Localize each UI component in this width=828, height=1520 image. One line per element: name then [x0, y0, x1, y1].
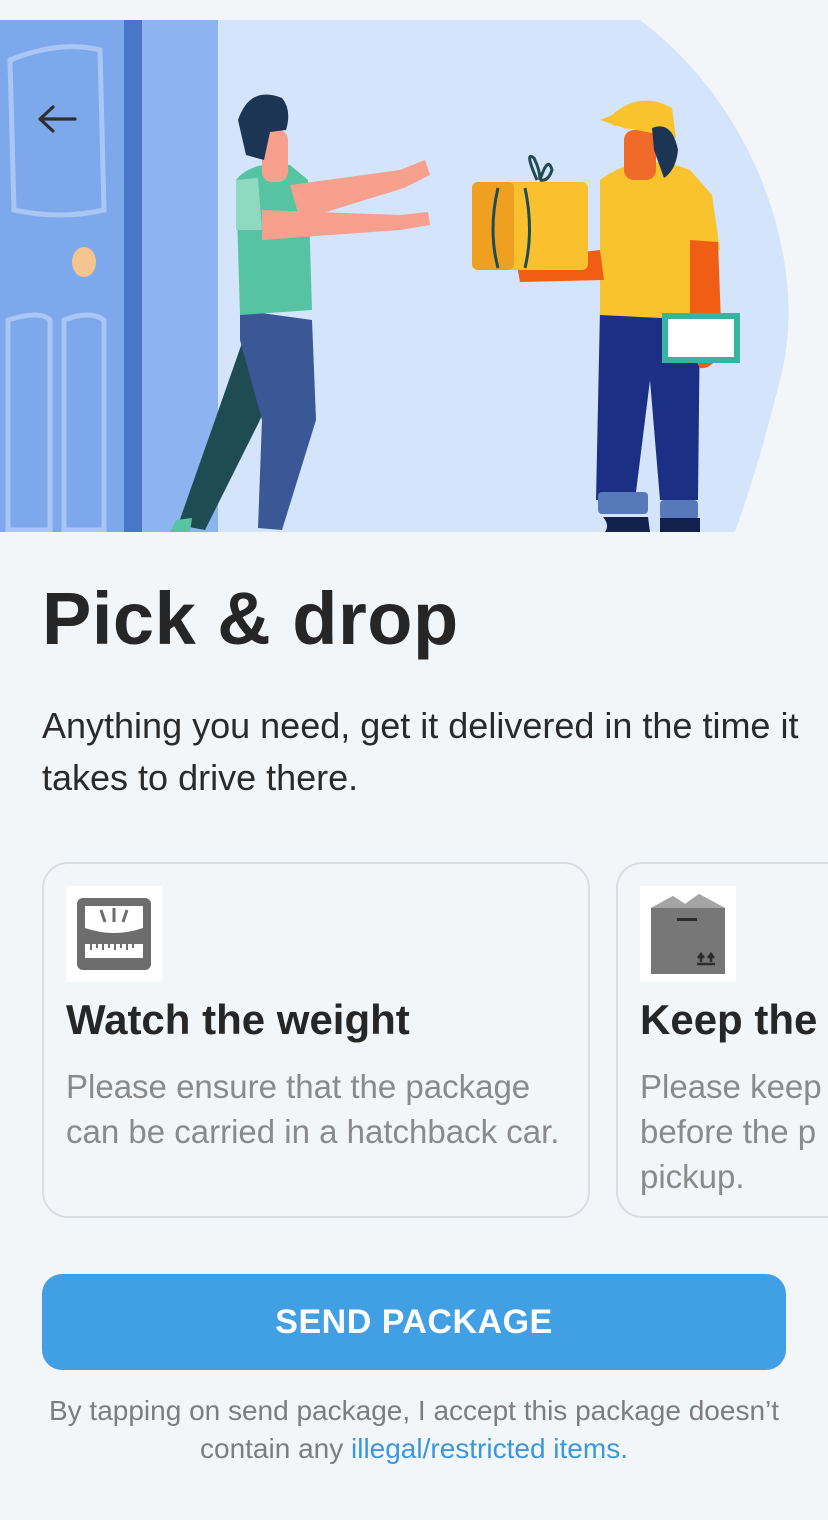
card-text: Please keep before the p pickup. [640, 1068, 822, 1195]
info-cards-carousel[interactable]: Watch the weight Please ensure that the … [42, 862, 828, 1222]
hero-illustration [0, 20, 828, 532]
back-button[interactable] [22, 84, 92, 154]
page-title: Pick & drop [42, 577, 459, 660]
info-card-sealed: Keep the Please keep before the p pickup… [616, 862, 828, 1218]
weighing-scale-icon [66, 886, 162, 982]
page-subtitle: Anything you need, get it delivered in t… [42, 705, 799, 798]
arrow-left-icon [38, 105, 77, 133]
disclaimer-text: By tapping on send package, I accept thi… [42, 1392, 786, 1468]
card-text: Please ensure that the package can be ca… [66, 1068, 560, 1150]
delivery-illustration [0, 20, 789, 532]
card-title: Keep the [640, 996, 818, 1043]
restricted-items-link[interactable]: illegal/restricted items. [351, 1433, 628, 1464]
sealed-box-icon [640, 886, 736, 982]
send-package-button[interactable]: SEND PACKAGE [42, 1274, 786, 1370]
card-title: Watch the weight [66, 996, 410, 1043]
info-card-weight: Watch the weight Please ensure that the … [42, 862, 590, 1218]
